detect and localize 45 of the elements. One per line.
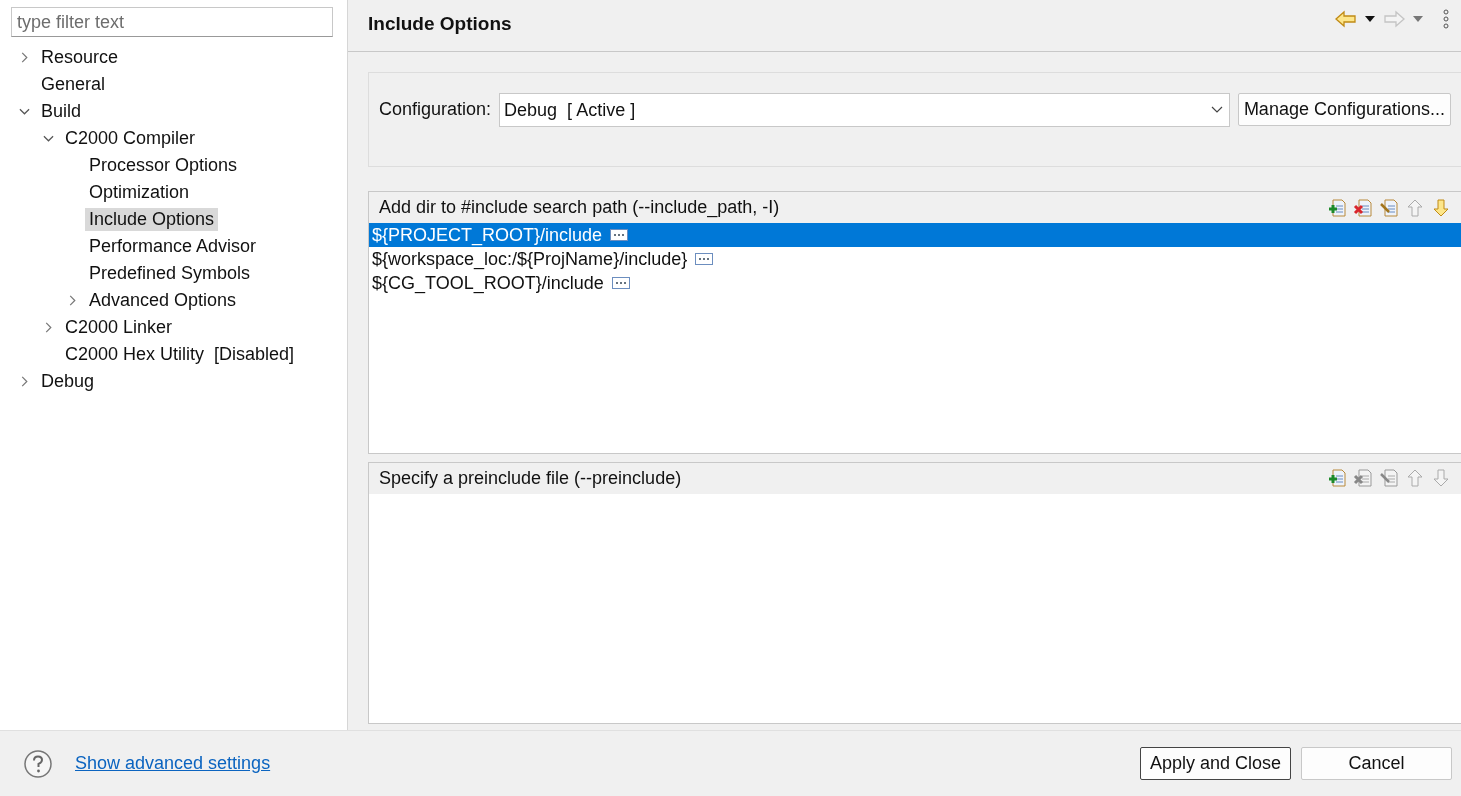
dropdown-caret-icon[interactable] bbox=[1365, 15, 1375, 22]
tree-item[interactable]: C2000 Compiler bbox=[61, 127, 200, 150]
chevron-down-icon[interactable] bbox=[43, 133, 54, 144]
page-title: Include Options bbox=[368, 12, 512, 35]
chevron-right-icon[interactable] bbox=[67, 295, 78, 306]
filter-field[interactable]: type filter text bbox=[11, 7, 333, 37]
chevron-right-icon[interactable] bbox=[19, 376, 30, 387]
down-arrow-icon[interactable] bbox=[1431, 197, 1451, 218]
list-title: Add dir to #include search path (--include_path, -I) bbox=[379, 197, 780, 218]
tree-item[interactable]: Debug bbox=[37, 370, 99, 393]
tree-item[interactable]: Resource bbox=[37, 46, 123, 69]
more-options-icon[interactable] bbox=[1443, 8, 1449, 29]
tree-item[interactable]: General bbox=[37, 73, 110, 96]
apply-and-close-button[interactable]: Apply and Close bbox=[1140, 747, 1291, 780]
manage-configurations-button[interactable]: Manage Configurations... bbox=[1237, 93, 1451, 126]
add-icon[interactable] bbox=[1327, 197, 1347, 218]
tree-item[interactable]: Optimization bbox=[85, 181, 194, 204]
tree-item[interactable]: C2000 Linker bbox=[61, 316, 177, 339]
configuration-label: Configuration: bbox=[379, 98, 492, 121]
tree-item[interactable]: Predefined Symbols bbox=[85, 262, 255, 285]
list-row[interactable]: ${workspace_loc:/${ProjName}/include} bbox=[369, 247, 1461, 271]
tree-item[interactable]: Processor Options bbox=[85, 154, 242, 177]
chevron-down-icon bbox=[1210, 106, 1223, 114]
show-advanced-settings-link[interactable]: Show advanced settings bbox=[75, 753, 271, 774]
edit-icon[interactable] bbox=[1379, 197, 1399, 218]
tree-item[interactable]: Build bbox=[37, 100, 86, 123]
back-arrow-icon[interactable] bbox=[1335, 9, 1357, 28]
list-row[interactable]: ${CG_TOOL_ROOT}/include bbox=[369, 271, 1461, 295]
tree-item[interactable]: Advanced Options bbox=[85, 289, 241, 312]
ellipsis-icon[interactable] bbox=[695, 253, 714, 265]
delete-icon[interactable] bbox=[1353, 197, 1373, 218]
list-row[interactable]: ${PROJECT_ROOT}/include bbox=[369, 223, 1461, 247]
ellipsis-icon[interactable] bbox=[611, 277, 630, 289]
chevron-right-icon[interactable] bbox=[19, 52, 30, 63]
tree-item[interactable]: Performance Advisor bbox=[85, 235, 261, 258]
configuration-dropdown[interactable]: Debug [ Active ] bbox=[499, 93, 1230, 127]
chevron-down-icon[interactable] bbox=[19, 106, 30, 117]
add-icon[interactable] bbox=[1327, 468, 1347, 488]
help-icon[interactable] bbox=[23, 748, 53, 779]
tree-item[interactable]: C2000 Hex Utility [Disabled] bbox=[61, 343, 299, 366]
ellipsis-icon[interactable] bbox=[610, 229, 629, 241]
list-title: Specify a preinclude file (--preinclude) bbox=[379, 467, 682, 489]
chevron-right-icon[interactable] bbox=[43, 322, 54, 333]
cancel-button[interactable]: Cancel bbox=[1301, 747, 1452, 780]
tree-item[interactable]: Include Options bbox=[85, 208, 219, 231]
